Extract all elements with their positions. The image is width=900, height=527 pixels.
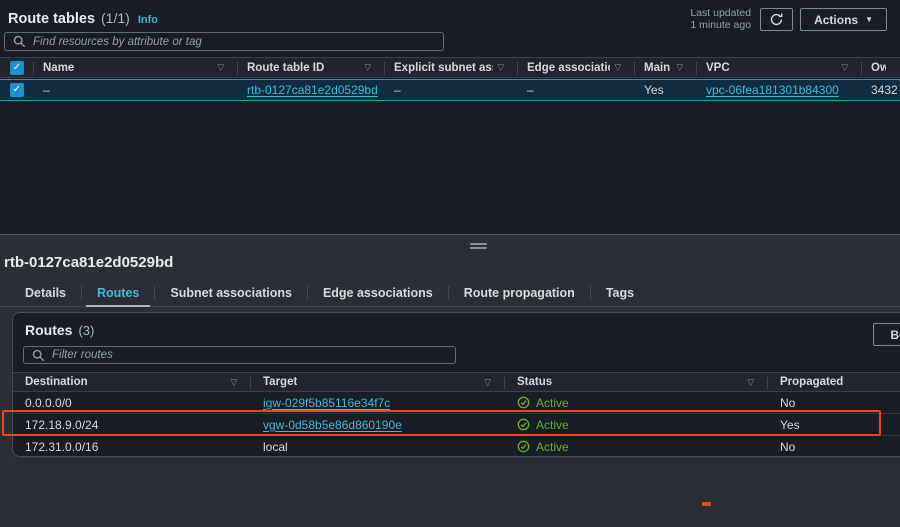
vgw-target-link[interactable]: vgw-0d58b5e86d860190e <box>263 418 402 432</box>
route-tables-header-row: ✓ Name ▽ Route table ID ▽ Explicit subne… <box>0 57 900 78</box>
refresh-button[interactable] <box>760 8 793 31</box>
route-table-row[interactable]: ✓ – rtb-0127ca81e2d0529bd – – Yes vpc-06… <box>0 79 900 101</box>
routes-card: Routes (3) Both Destination ▽ <box>12 312 900 457</box>
select-all-checkbox[interactable]: ✓ <box>10 61 24 75</box>
tab-subnet-associations[interactable]: Subnet associations <box>155 280 307 306</box>
routes-title: Routes <box>25 322 72 338</box>
cell-destination: 172.31.0.0/16 <box>13 440 251 454</box>
tab-route-propagation[interactable]: Route propagation <box>449 280 590 306</box>
routes-header-row: Destination ▽ Target ▽ Status ▽ Propagat… <box>13 372 900 392</box>
cell-edge-associations: – <box>518 83 635 97</box>
last-updated-line2: 1 minute ago <box>690 20 751 32</box>
column-header-edge-associations[interactable]: Edge associations ▽ <box>518 58 635 77</box>
title-group: Route tables (1/1) Info <box>8 10 158 27</box>
cell-propagated: No <box>768 396 900 410</box>
actions-button[interactable]: Actions ▼ <box>800 8 887 31</box>
actions-label: Actions <box>814 13 858 27</box>
column-header-vpc[interactable]: VPC ▽ <box>697 58 862 77</box>
route-tables-panel: Route tables (1/1) Info Last updated 1 m… <box>0 0 900 235</box>
cell-propagated: No <box>768 440 900 454</box>
vpc-console: Route tables (1/1) Info Last updated 1 m… <box>0 0 900 527</box>
column-header-status[interactable]: Status ▽ <box>505 373 768 391</box>
tab-routes[interactable]: Routes <box>82 280 154 306</box>
column-header-route-table-id[interactable]: Route table ID ▽ <box>238 58 385 77</box>
sort-icon: ▽ <box>676 62 683 73</box>
status-active-icon <box>517 440 530 453</box>
route-row-local[interactable]: 172.31.0.0/16 local Active No <box>13 436 900 458</box>
column-header-owner[interactable]: Own <box>862 58 900 77</box>
tab-details[interactable]: Details <box>10 280 81 306</box>
cell-status: Active <box>505 396 768 410</box>
routes-count: (3) <box>78 323 94 338</box>
routes-card-header: Routes (3) <box>25 322 94 338</box>
status-active-icon <box>517 418 530 431</box>
search-icon <box>13 35 26 48</box>
cell-explicit-subnet: – <box>385 83 518 97</box>
check-icon: ✓ <box>13 84 21 95</box>
refresh-icon <box>769 12 784 27</box>
search-input[interactable] <box>33 33 435 50</box>
sort-icon: ▽ <box>230 377 237 388</box>
sort-icon: ▽ <box>497 62 504 73</box>
column-header-target[interactable]: Target ▽ <box>251 373 505 391</box>
column-header-name[interactable]: Name ▽ <box>34 58 238 77</box>
last-updated: Last updated 1 minute ago <box>690 8 751 31</box>
cell-destination: 0.0.0.0/0 <box>13 396 251 410</box>
column-header-destination[interactable]: Destination ▽ <box>13 373 251 391</box>
page-title: Route tables <box>8 11 95 27</box>
cell-propagated: Yes <box>768 418 900 432</box>
column-header-propagated[interactable]: Propagated <box>768 373 900 391</box>
route-row-vgw[interactable]: 172.18.9.0/24 vgw-0d58b5e86d860190e Acti… <box>13 414 900 436</box>
cell-owner: 3432 <box>862 83 900 97</box>
info-link[interactable]: Info <box>138 14 158 26</box>
check-icon: ✓ <box>13 62 21 73</box>
cell-name: – <box>34 83 238 97</box>
column-header-main[interactable]: Main ▽ <box>635 58 697 77</box>
detail-panel: rtb-0127ca81e2d0529bd Details Routes Sub… <box>0 236 900 527</box>
route-tables-count: (1/1) <box>101 10 130 26</box>
sort-icon: ▽ <box>364 62 371 73</box>
row-checkbox[interactable]: ✓ <box>10 83 24 97</box>
chevron-down-icon: ▼ <box>865 15 873 24</box>
sort-icon: ▽ <box>841 62 848 73</box>
both-filter-button[interactable]: Both <box>873 323 900 346</box>
vpc-link[interactable]: vpc-06fea181301b84300 <box>706 83 839 97</box>
sort-icon: ▽ <box>484 377 491 388</box>
tab-tags[interactable]: Tags <box>591 280 649 306</box>
header-controls: Last updated 1 minute ago Actions ▼ <box>690 8 887 31</box>
last-updated-line1: Last updated <box>690 8 751 20</box>
detail-title: rtb-0127ca81e2d0529bd <box>4 254 173 271</box>
search-icon <box>32 349 45 362</box>
route-row-internet[interactable]: 0.0.0.0/0 igw-029f5b85116e34f7c Active N… <box>13 392 900 414</box>
cell-destination: 172.18.9.0/24 <box>13 418 251 432</box>
row-select-cell: ✓ <box>0 80 34 100</box>
search-box <box>4 32 444 51</box>
status-active-icon <box>517 396 530 409</box>
cell-status: Active <box>505 440 768 454</box>
annotation-mark <box>702 502 711 506</box>
cell-main: Yes <box>635 83 697 97</box>
tab-edge-associations[interactable]: Edge associations <box>308 280 448 306</box>
column-header-explicit-subnet[interactable]: Explicit subnet associ... ▽ <box>385 58 518 77</box>
routes-filter-input[interactable] <box>52 347 447 363</box>
sort-icon: ▽ <box>747 377 754 388</box>
detail-tabs: Details Routes Subnet associations Edge … <box>0 280 900 307</box>
route-tables-header: Route tables (1/1) Info Last updated 1 m… <box>8 8 887 32</box>
both-label: Both <box>890 328 900 342</box>
route-table-id-link[interactable]: rtb-0127ca81e2d0529bd <box>247 83 378 97</box>
igw-target-link[interactable]: igw-029f5b85116e34f7c <box>263 396 390 410</box>
select-all-cell: ✓ <box>0 58 34 77</box>
cell-status: Active <box>505 418 768 432</box>
sort-icon: ▽ <box>217 62 224 73</box>
cell-target-local: local <box>251 440 505 454</box>
routes-filter-box <box>23 346 456 364</box>
sort-icon: ▽ <box>614 62 621 73</box>
